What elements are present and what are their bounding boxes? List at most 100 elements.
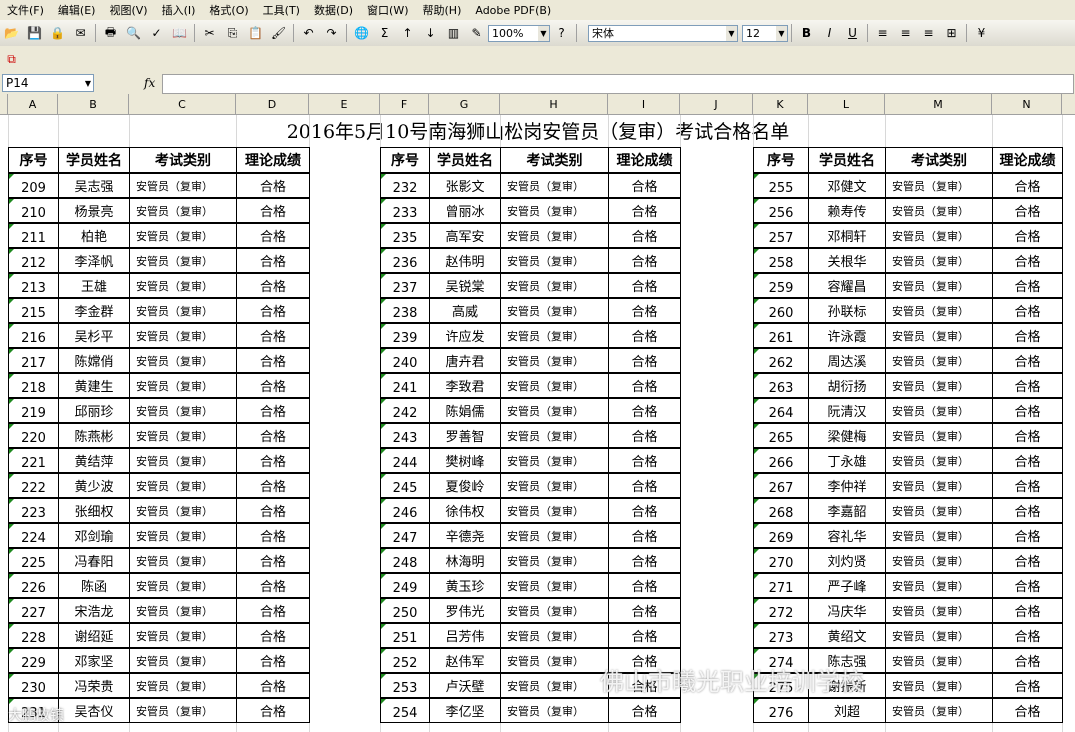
- name-cell[interactable]: 黄玉珍: [429, 573, 501, 598]
- result-cell[interactable]: 合格: [608, 248, 681, 273]
- name-cell[interactable]: 吴杏仪: [58, 698, 130, 723]
- exam-type-cell[interactable]: 安管员（复审）: [885, 598, 993, 623]
- exam-type-cell[interactable]: 安管员（复审）: [129, 298, 237, 323]
- name-cell[interactable]: 梁健梅: [808, 423, 886, 448]
- header-cell[interactable]: 序号: [380, 147, 430, 173]
- id-cell[interactable]: 211: [8, 223, 59, 248]
- result-cell[interactable]: 合格: [608, 173, 681, 198]
- result-cell[interactable]: 合格: [608, 473, 681, 498]
- name-cell[interactable]: 辛德尧: [429, 523, 501, 548]
- name-cell[interactable]: 胡衍扬: [808, 373, 886, 398]
- id-cell[interactable]: 216: [8, 323, 59, 348]
- id-cell[interactable]: 255: [753, 173, 809, 198]
- id-cell[interactable]: 213: [8, 273, 59, 298]
- menu-item[interactable]: 文件(F): [0, 2, 51, 18]
- exam-type-cell[interactable]: 安管员（复审）: [885, 248, 993, 273]
- result-cell[interactable]: 合格: [236, 423, 310, 448]
- spelling-icon[interactable]: ✓: [146, 23, 167, 44]
- name-cell[interactable]: 卢沃壁: [429, 673, 501, 698]
- exam-type-cell[interactable]: 安管员（复审）: [500, 298, 609, 323]
- id-cell[interactable]: 242: [380, 398, 430, 423]
- exam-type-cell[interactable]: 安管员（复审）: [500, 698, 609, 723]
- id-cell[interactable]: 251: [380, 623, 430, 648]
- id-cell[interactable]: 218: [8, 373, 59, 398]
- name-cell[interactable]: 黄建生: [58, 373, 130, 398]
- underline-icon[interactable]: U: [842, 23, 863, 44]
- result-cell[interactable]: 合格: [236, 523, 310, 548]
- column-header[interactable]: B: [58, 94, 129, 114]
- name-cell[interactable]: 吴志强: [58, 173, 130, 198]
- name-cell[interactable]: 邓剑瑜: [58, 523, 130, 548]
- id-cell[interactable]: 243: [380, 423, 430, 448]
- result-cell[interactable]: 合格: [608, 398, 681, 423]
- result-cell[interactable]: 合格: [236, 373, 310, 398]
- exam-type-cell[interactable]: 安管员（复审）: [129, 448, 237, 473]
- result-cell[interactable]: 合格: [992, 398, 1063, 423]
- result-cell[interactable]: 合格: [608, 623, 681, 648]
- result-cell[interactable]: 合格: [992, 373, 1063, 398]
- redo-icon[interactable]: ↷: [321, 23, 342, 44]
- column-header[interactable]: C: [129, 94, 236, 114]
- italic-icon[interactable]: I: [819, 23, 840, 44]
- result-cell[interactable]: 合格: [992, 598, 1063, 623]
- name-cell[interactable]: 许泳霞: [808, 323, 886, 348]
- result-cell[interactable]: 合格: [236, 648, 310, 673]
- name-cell[interactable]: 邓家坚: [58, 648, 130, 673]
- id-cell[interactable]: 257: [753, 223, 809, 248]
- result-cell[interactable]: 合格: [608, 598, 681, 623]
- id-cell[interactable]: 265: [753, 423, 809, 448]
- currency-icon[interactable]: ¥: [971, 23, 992, 44]
- exam-type-cell[interactable]: 安管员（复审）: [885, 223, 993, 248]
- id-cell[interactable]: 230: [8, 673, 59, 698]
- id-cell[interactable]: 258: [753, 248, 809, 273]
- id-cell[interactable]: 268: [753, 498, 809, 523]
- exam-type-cell[interactable]: 安管员（复审）: [129, 698, 237, 723]
- exam-type-cell[interactable]: 安管员（复审）: [500, 473, 609, 498]
- exam-type-cell[interactable]: 安管员（复审）: [500, 173, 609, 198]
- id-cell[interactable]: 267: [753, 473, 809, 498]
- header-cell[interactable]: 学员姓名: [808, 147, 886, 173]
- header-cell[interactable]: 序号: [753, 147, 809, 173]
- exam-type-cell[interactable]: 安管员（复审）: [129, 548, 237, 573]
- column-header[interactable]: M: [885, 94, 992, 114]
- print-preview-icon[interactable]: 🔍: [123, 23, 144, 44]
- header-cell[interactable]: 考试类别: [129, 147, 237, 173]
- exam-type-cell[interactable]: 安管员（复审）: [885, 448, 993, 473]
- menu-item[interactable]: 工具(T): [256, 2, 307, 18]
- name-cell[interactable]: 高威: [429, 298, 501, 323]
- exam-type-cell[interactable]: 安管员（复审）: [500, 373, 609, 398]
- id-cell[interactable]: 260: [753, 298, 809, 323]
- exam-type-cell[interactable]: 安管员（复审）: [500, 198, 609, 223]
- name-cell[interactable]: 林海明: [429, 548, 501, 573]
- exam-type-cell[interactable]: 安管员（复审）: [129, 348, 237, 373]
- result-cell[interactable]: 合格: [236, 323, 310, 348]
- result-cell[interactable]: 合格: [236, 473, 310, 498]
- result-cell[interactable]: 合格: [608, 323, 681, 348]
- research-icon[interactable]: 📖: [169, 23, 190, 44]
- id-cell[interactable]: 227: [8, 598, 59, 623]
- name-cell[interactable]: 赵伟军: [429, 648, 501, 673]
- name-cell[interactable]: 严子峰: [808, 573, 886, 598]
- exam-type-cell[interactable]: 安管员（复审）: [129, 523, 237, 548]
- cut-icon[interactable]: ✂: [199, 23, 220, 44]
- header-cell[interactable]: 理论成绩: [992, 147, 1063, 173]
- id-cell[interactable]: 238: [380, 298, 430, 323]
- id-cell[interactable]: 254: [380, 698, 430, 723]
- result-cell[interactable]: 合格: [992, 523, 1063, 548]
- exam-type-cell[interactable]: 安管员（复审）: [500, 423, 609, 448]
- name-cell[interactable]: 杨景亮: [58, 198, 130, 223]
- name-cell[interactable]: 李致君: [429, 373, 501, 398]
- id-cell[interactable]: 223: [8, 498, 59, 523]
- column-header[interactable]: N: [992, 94, 1062, 114]
- result-cell[interactable]: 合格: [608, 698, 681, 723]
- hyperlink-icon[interactable]: 🌐: [351, 23, 372, 44]
- id-cell[interactable]: 210: [8, 198, 59, 223]
- exam-type-cell[interactable]: 安管员（复审）: [885, 373, 993, 398]
- exam-type-cell[interactable]: 安管员（复审）: [129, 573, 237, 598]
- zoom-select[interactable]: 100% ▼: [488, 24, 550, 42]
- id-cell[interactable]: 215: [8, 298, 59, 323]
- exam-type-cell[interactable]: 安管员（复审）: [885, 523, 993, 548]
- email-icon[interactable]: ✉: [70, 23, 91, 44]
- name-cell[interactable]: 罗伟光: [429, 598, 501, 623]
- exam-type-cell[interactable]: 安管员（复审）: [885, 398, 993, 423]
